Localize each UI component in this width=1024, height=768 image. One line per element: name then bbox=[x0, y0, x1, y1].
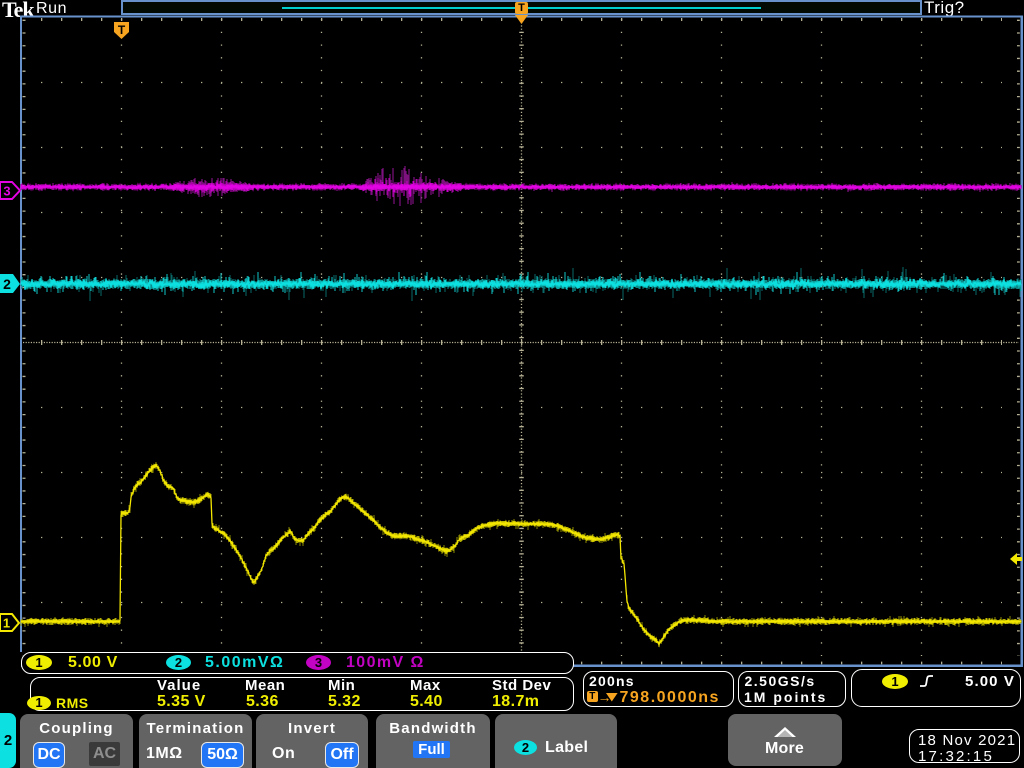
svg-text:2: 2 bbox=[3, 276, 11, 292]
svg-text:T: T bbox=[118, 23, 126, 37]
svg-text:3: 3 bbox=[3, 184, 10, 199]
svg-text:1: 1 bbox=[3, 616, 10, 631]
